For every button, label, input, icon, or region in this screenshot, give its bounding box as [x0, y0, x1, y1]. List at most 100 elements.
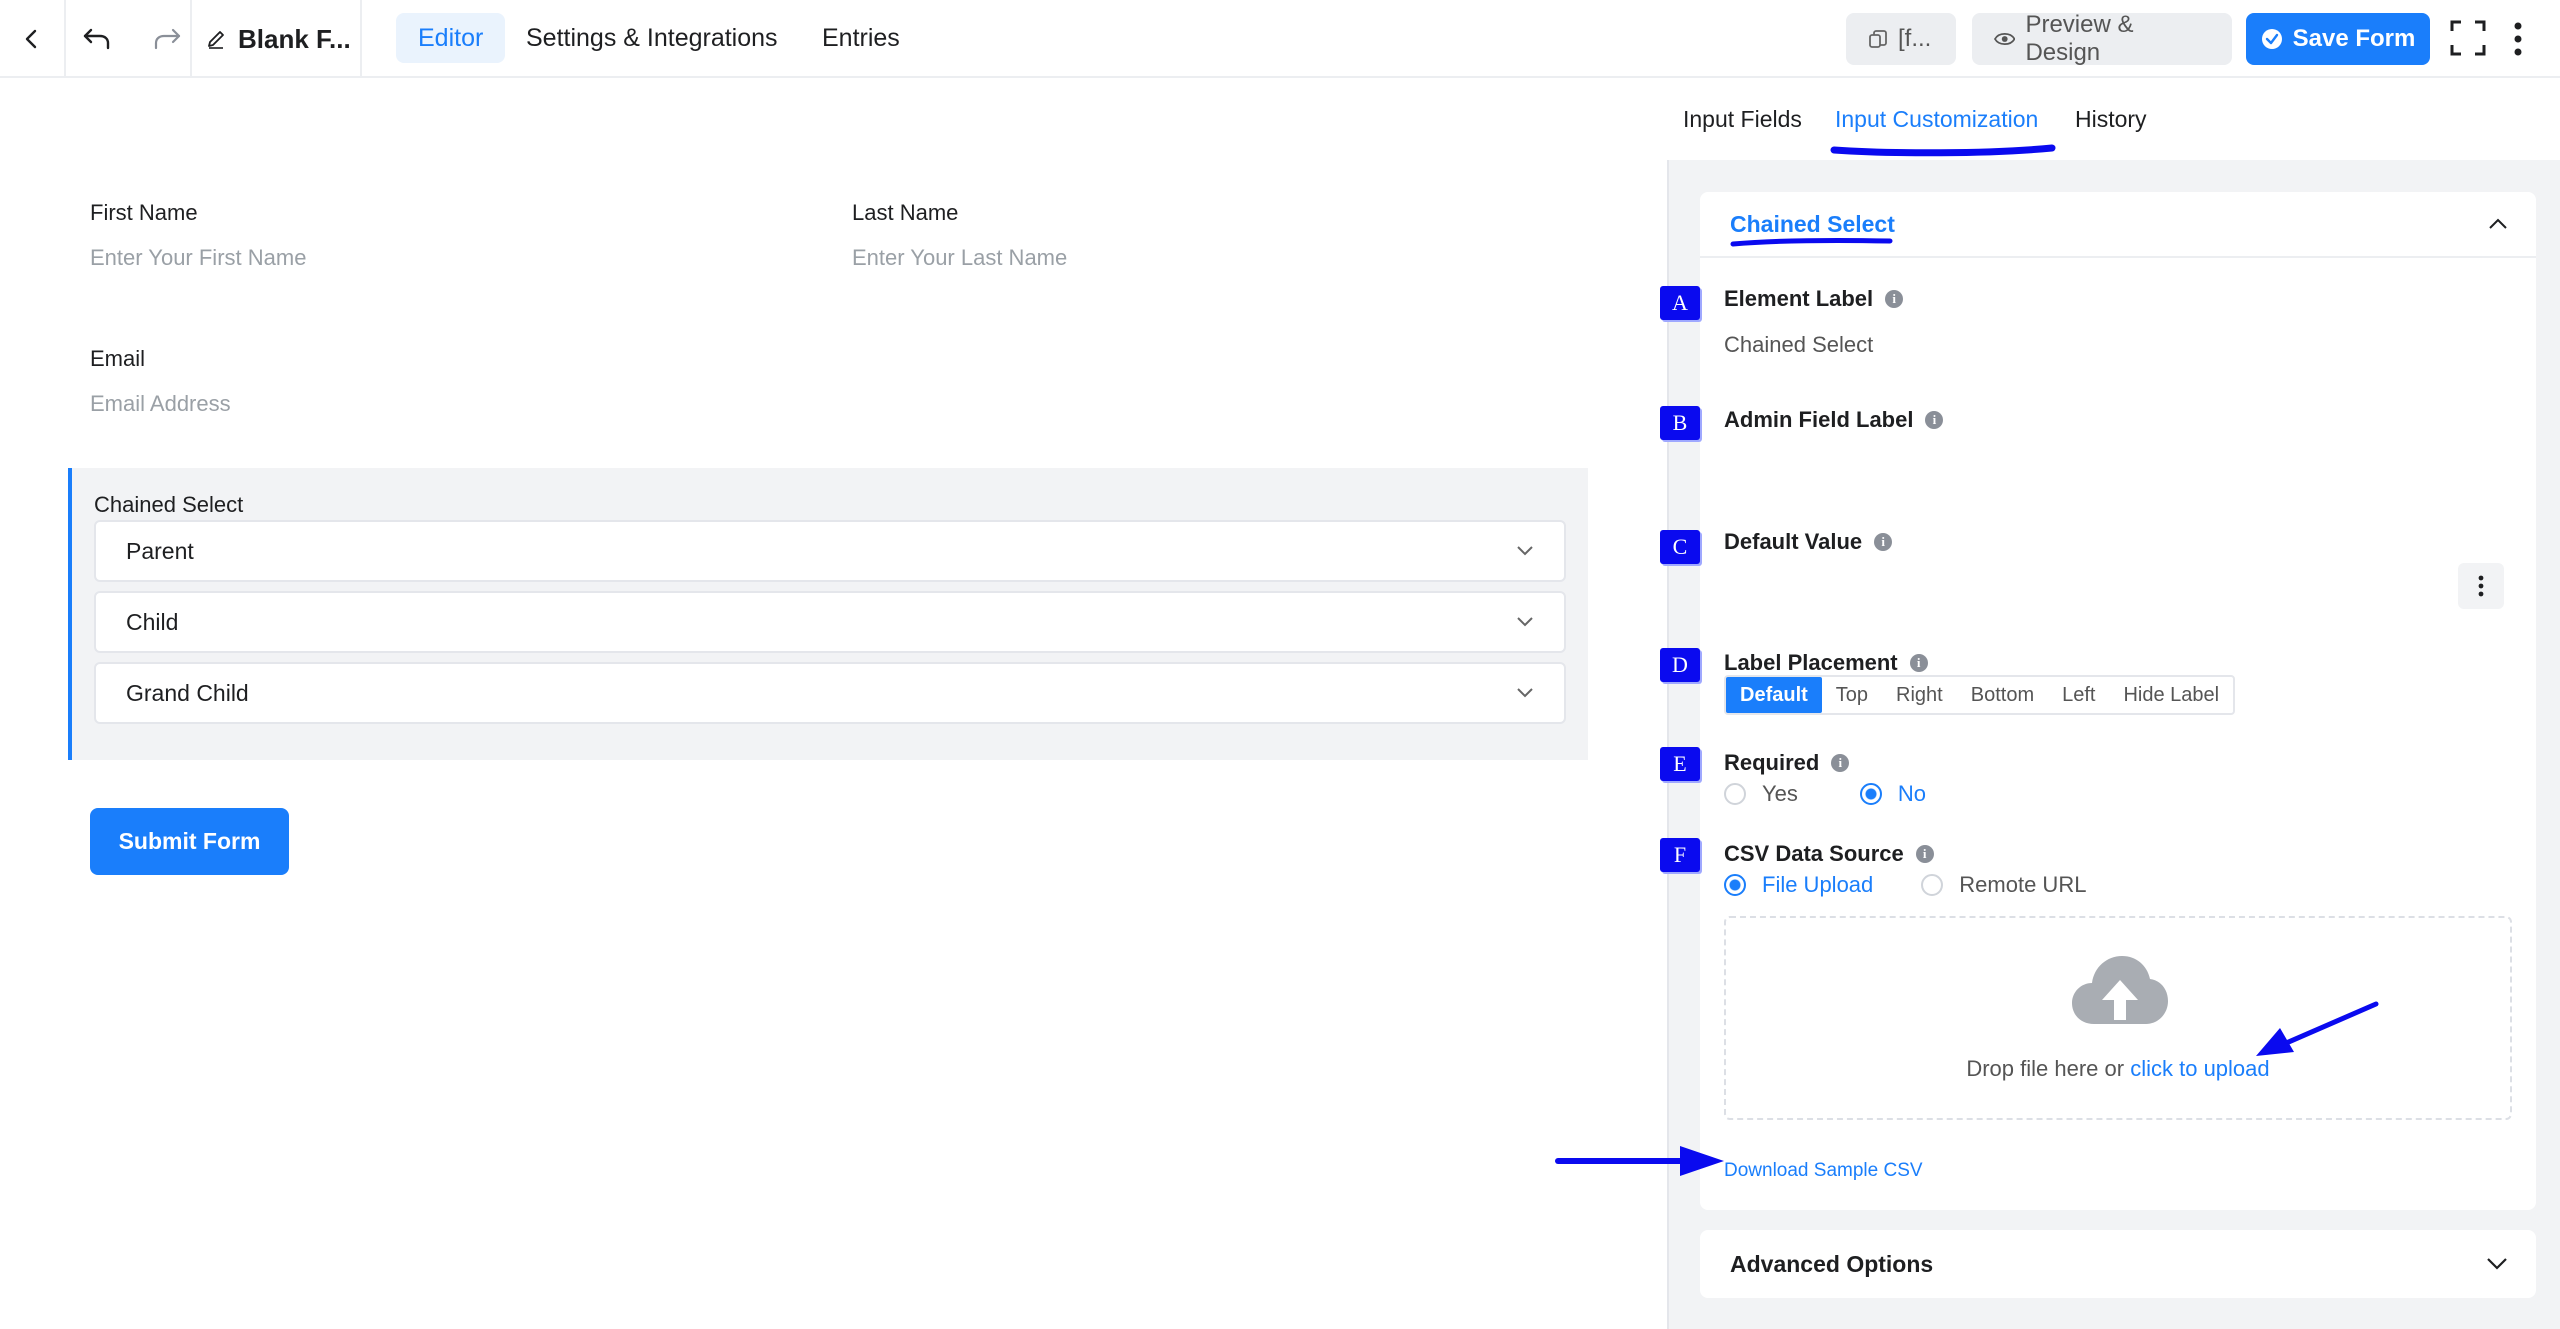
- tab-entries[interactable]: Entries: [800, 13, 922, 63]
- advanced-options-toggle[interactable]: Advanced Options: [1700, 1230, 2536, 1298]
- element-label-text: Element Label: [1724, 286, 1874, 311]
- grand-child-select-value: Grand Child: [126, 679, 249, 706]
- placement-default[interactable]: Default: [1726, 677, 1822, 713]
- placement-bottom[interactable]: Bottom: [1957, 677, 2048, 713]
- last-name-label: Last Name: [852, 200, 959, 225]
- file-upload-radio[interactable]: [1724, 874, 1746, 896]
- back-icon: [25, 29, 37, 49]
- default-value-options-button[interactable]: [2458, 563, 2504, 609]
- required-yes-option[interactable]: Yes: [1724, 781, 1798, 807]
- fullscreen-button[interactable]: [2448, 18, 2488, 58]
- info-icon[interactable]: i: [1885, 290, 1904, 308]
- arrow-to-download-annotation: [1555, 1146, 1724, 1176]
- copy-icon: [1869, 30, 1887, 48]
- shortcode-button[interactable]: [f...: [1846, 13, 1956, 65]
- tab-entries-label: Entries: [822, 23, 900, 52]
- first-name-input[interactable]: Enter Your First Name: [90, 245, 306, 271]
- preview-design-button[interactable]: Preview & Design: [1972, 11, 2232, 66]
- section-title[interactable]: Chained Select: [1730, 211, 1895, 238]
- admin-field-label-input[interactable]: [1724, 452, 2504, 492]
- file-upload-option[interactable]: File Upload: [1724, 872, 1873, 898]
- child-select-value: Child: [126, 608, 179, 635]
- last-name-input[interactable]: Enter Your Last Name: [852, 245, 1067, 271]
- remote-url-option[interactable]: Remote URL: [1921, 872, 2086, 898]
- chevron-down-icon: [1517, 546, 1533, 556]
- required-no-label: No: [1897, 781, 1927, 806]
- download-sample-csv-link[interactable]: Download Sample CSV: [1724, 1160, 1923, 1182]
- redo-icon: [154, 28, 181, 50]
- admin-field-label-heading: Admin Field Label i: [1724, 407, 1944, 433]
- tab-input-customization[interactable]: Input Customization: [1835, 106, 2038, 133]
- card-divider: [1700, 256, 2536, 258]
- section-title-underline-annotation: [1730, 237, 1893, 247]
- placement-left[interactable]: Left: [2048, 677, 2109, 713]
- fullscreen-icon: [2450, 20, 2486, 56]
- redo-button[interactable]: [152, 26, 182, 52]
- chevron-down-icon: [1517, 617, 1533, 627]
- required-yes-radio[interactable]: [1724, 783, 1746, 805]
- preview-label: Preview & Design: [2025, 11, 2134, 66]
- parent-select[interactable]: Parent: [94, 520, 1566, 582]
- tab-editor[interactable]: Editor: [396, 13, 506, 63]
- file-upload-dropzone[interactable]: Drop file here or click to upload: [1724, 916, 2512, 1120]
- marker-a: A: [1660, 286, 1700, 320]
- file-upload-label: File Upload: [1762, 872, 1874, 897]
- check-circle-icon: [2261, 29, 2282, 49]
- placement-right[interactable]: Right: [1882, 677, 1957, 713]
- chevron-down-icon: [2487, 1258, 2507, 1270]
- email-input[interactable]: Email Address: [90, 391, 231, 417]
- marker-b: B: [1660, 406, 1700, 440]
- back-button[interactable]: [0, 0, 66, 78]
- info-icon[interactable]: i: [1925, 411, 1944, 429]
- info-icon[interactable]: i: [1874, 533, 1893, 551]
- save-form-button[interactable]: Save Form: [2246, 13, 2430, 65]
- panel-tabs: Input Fields Input Customization History: [1667, 80, 2560, 160]
- required-no-option[interactable]: No: [1859, 781, 1927, 807]
- tab-editor-label: Editor: [418, 23, 484, 52]
- required-text: Required: [1724, 750, 1820, 775]
- edit-icon: [208, 31, 224, 49]
- default-value-heading: Default Value i: [1724, 529, 1893, 555]
- grand-child-select[interactable]: Grand Child: [94, 662, 1566, 724]
- form-title[interactable]: Blank F...: [192, 0, 362, 78]
- save-label: Save Form: [2292, 25, 2416, 52]
- csv-source-heading: CSV Data Source i: [1724, 841, 1934, 867]
- submit-form-button[interactable]: Submit Form: [90, 808, 289, 875]
- active-tab-underline-annotation: [1830, 144, 2056, 157]
- info-icon[interactable]: i: [1909, 654, 1928, 672]
- first-name-label: First Name: [90, 200, 198, 225]
- cloud-upload-icon: [2072, 956, 2168, 1024]
- tab-history[interactable]: History: [2075, 106, 2147, 133]
- kebab-icon: [2478, 575, 2484, 597]
- marker-e: E: [1660, 747, 1700, 781]
- default-value-input[interactable]: [1724, 566, 2444, 606]
- tab-input-fields[interactable]: Input Fields: [1683, 106, 1802, 133]
- kebab-icon: [2514, 22, 2522, 56]
- eye-icon: [1994, 33, 2016, 45]
- element-label-input[interactable]: Chained Select: [1724, 332, 1873, 358]
- tab-settings-label: Settings & Integrations: [526, 23, 778, 52]
- more-menu-button[interactable]: [2508, 20, 2528, 58]
- child-select[interactable]: Child: [94, 591, 1566, 653]
- form-title-text: Blank F...: [238, 23, 351, 54]
- chevron-down-icon: [1517, 688, 1533, 698]
- marker-d: D: [1660, 648, 1700, 682]
- label-placement-heading: Label Placement i: [1724, 650, 1928, 676]
- csv-source-options: File Upload Remote URL: [1724, 872, 2134, 898]
- upload-instructions: Drop file here or click to upload: [1726, 1056, 2510, 1082]
- admin-field-label-text: Admin Field Label: [1724, 407, 1914, 432]
- placement-hide-label[interactable]: Hide Label: [2109, 677, 2233, 713]
- placement-top[interactable]: Top: [1822, 677, 1882, 713]
- remote-url-radio[interactable]: [1921, 874, 1944, 896]
- tab-settings-integrations[interactable]: Settings & Integrations: [504, 13, 800, 63]
- csv-source-text: CSV Data Source: [1724, 841, 1904, 866]
- info-icon[interactable]: i: [1915, 845, 1934, 863]
- required-heading: Required i: [1724, 750, 1850, 776]
- arrow-to-upload-annotation: [2256, 1001, 2379, 1056]
- required-yes-label: Yes: [1762, 781, 1798, 806]
- required-no-radio[interactable]: [1859, 783, 1882, 805]
- info-icon[interactable]: i: [1831, 754, 1850, 772]
- chevron-up-icon[interactable]: [2488, 216, 2508, 230]
- undo-button[interactable]: [82, 26, 112, 52]
- parent-select-value: Parent: [126, 537, 194, 564]
